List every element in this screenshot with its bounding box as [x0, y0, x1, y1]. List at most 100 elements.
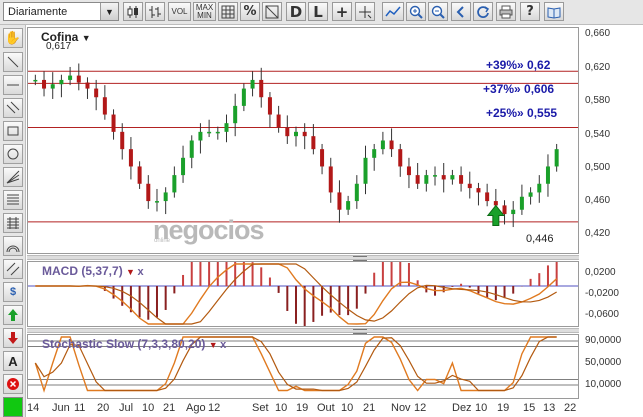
refresh-button[interactable]	[473, 2, 493, 21]
channel-icon	[6, 262, 20, 276]
log-button[interactable]: L	[308, 2, 328, 21]
fibonacci-icon	[7, 194, 19, 205]
maxmin-button[interactable]: MAX MIN	[193, 2, 216, 21]
close-icon[interactable]: x	[137, 266, 143, 278]
trend-icon	[385, 6, 401, 16]
macd-panel[interactable]: MACD (5,37,7) ▼ x	[27, 261, 579, 327]
candle-body	[50, 84, 55, 89]
candle-body	[276, 114, 281, 128]
candle-body	[459, 175, 464, 184]
zoom-in-button[interactable]	[406, 2, 426, 21]
macd-tick: -0,0200	[585, 288, 619, 299]
fan-tool[interactable]	[3, 167, 23, 187]
compare-icon	[265, 5, 279, 18]
period-select[interactable]: Diariamente ▼	[3, 2, 119, 21]
dollar-tool[interactable]: $	[3, 282, 23, 302]
price-chart-panel[interactable]: Cofina ▼ 0,617 negocios online 0,446 +39…	[27, 27, 579, 254]
candle-body	[172, 175, 177, 193]
daily-label: D	[289, 2, 303, 21]
candle-body	[337, 192, 342, 210]
candle-body	[120, 131, 125, 150]
stoch-tick: 50,0000	[585, 357, 622, 368]
macd-tick: -0,0600	[585, 309, 619, 320]
stochastic-panel[interactable]: Stochastic Slow (7,3,3,80,20) ▼ x	[27, 334, 579, 399]
candlestick-type-button[interactable]	[123, 2, 143, 21]
volume-button[interactable]: VOL	[168, 2, 191, 21]
date-tick-label: 10	[475, 402, 488, 414]
arc-tool[interactable]	[3, 236, 23, 256]
candle-body	[450, 175, 455, 180]
red-arrow-down-icon	[8, 332, 18, 344]
hand-icon: ✋	[4, 30, 22, 45]
book-button[interactable]	[544, 2, 564, 21]
candle-body	[42, 79, 47, 89]
stoch-tick: 10,0000	[585, 379, 622, 390]
grid-lines-tool[interactable]	[3, 213, 23, 233]
stochastic-title[interactable]: Stochastic Slow (7,3,3,80,20) ▼ x	[42, 337, 226, 351]
crosshair-arrow-button[interactable]	[355, 2, 375, 21]
compare-button[interactable]	[262, 2, 282, 21]
crosshair-arrow-icon	[359, 5, 372, 18]
dollar-icon: $	[9, 286, 17, 298]
main-toolbar: Diariamente ▼ VOL MAX MIN % D L + ?	[0, 0, 643, 25]
macd-title[interactable]: MACD (5,37,7) ▼ x	[42, 264, 144, 278]
macd-tick: 0,0200	[585, 267, 616, 278]
resistance-label-1: +39%» 0,62	[486, 58, 551, 72]
date-tick-label: 10	[142, 402, 155, 414]
candle-body	[198, 131, 203, 141]
fibonacci-tool[interactable]	[3, 190, 23, 210]
close-icon[interactable]: x	[220, 339, 226, 351]
candle-body	[328, 166, 333, 193]
horizontal-line-tool[interactable]	[3, 75, 23, 95]
color-swatch[interactable]	[3, 397, 23, 417]
candle-body	[389, 140, 394, 150]
date-tick-label: 20	[97, 402, 110, 414]
candle-body	[241, 88, 246, 106]
help-button[interactable]: ?	[520, 2, 540, 21]
price-tick: 0,580	[585, 95, 611, 106]
percent-label: %	[243, 3, 257, 19]
panel-splitter[interactable]	[27, 328, 579, 334]
date-tick-label: Jul	[119, 402, 134, 414]
hand-tool[interactable]: ✋	[3, 28, 23, 48]
date-tick-label: 11	[74, 402, 86, 414]
date-tick-label: 21	[363, 402, 376, 414]
candle-body	[554, 149, 559, 167]
buy-arrow-tool[interactable]	[3, 305, 23, 325]
channel-tool[interactable]	[3, 259, 23, 279]
price-tick: 0,420	[585, 228, 611, 239]
candle-body	[59, 79, 64, 85]
zoom-out-button[interactable]	[428, 2, 448, 21]
date-tick-label: Out	[317, 402, 335, 414]
line-tool[interactable]	[3, 52, 23, 72]
candlestick-icon	[127, 5, 138, 18]
pan-left-button[interactable]	[451, 2, 471, 21]
candle-body	[320, 149, 325, 167]
candle-body	[68, 75, 73, 80]
bar-type-button[interactable]	[145, 2, 165, 21]
candle-body	[519, 196, 524, 210]
panel-splitter[interactable]	[27, 255, 579, 261]
candle-body	[372, 149, 377, 158]
zoom-tool-button[interactable]	[382, 2, 404, 21]
date-tick-label: 10	[341, 402, 354, 414]
grid-button[interactable]	[218, 2, 238, 21]
daily-button[interactable]: D	[286, 2, 306, 21]
bar-chart-icon	[149, 5, 161, 18]
candle-body	[511, 209, 516, 215]
percent-button[interactable]: %	[240, 2, 260, 21]
candle-body	[181, 157, 186, 176]
text-tool[interactable]: A	[3, 351, 23, 371]
date-tick-label: Ago	[186, 402, 206, 414]
print-button[interactable]	[496, 2, 516, 21]
crosshair-button[interactable]: +	[332, 2, 352, 21]
date-tick-label: 14	[27, 402, 40, 414]
rectangle-tool[interactable]	[3, 121, 23, 141]
circle-tool[interactable]	[3, 144, 23, 164]
delete-tool[interactable]	[3, 374, 23, 394]
sell-arrow-tool[interactable]	[3, 328, 23, 348]
maxmin-label: MAX MIN	[195, 2, 214, 20]
parallel-lines-tool[interactable]	[3, 98, 23, 118]
print-icon	[499, 5, 513, 18]
candle-body	[233, 105, 238, 124]
